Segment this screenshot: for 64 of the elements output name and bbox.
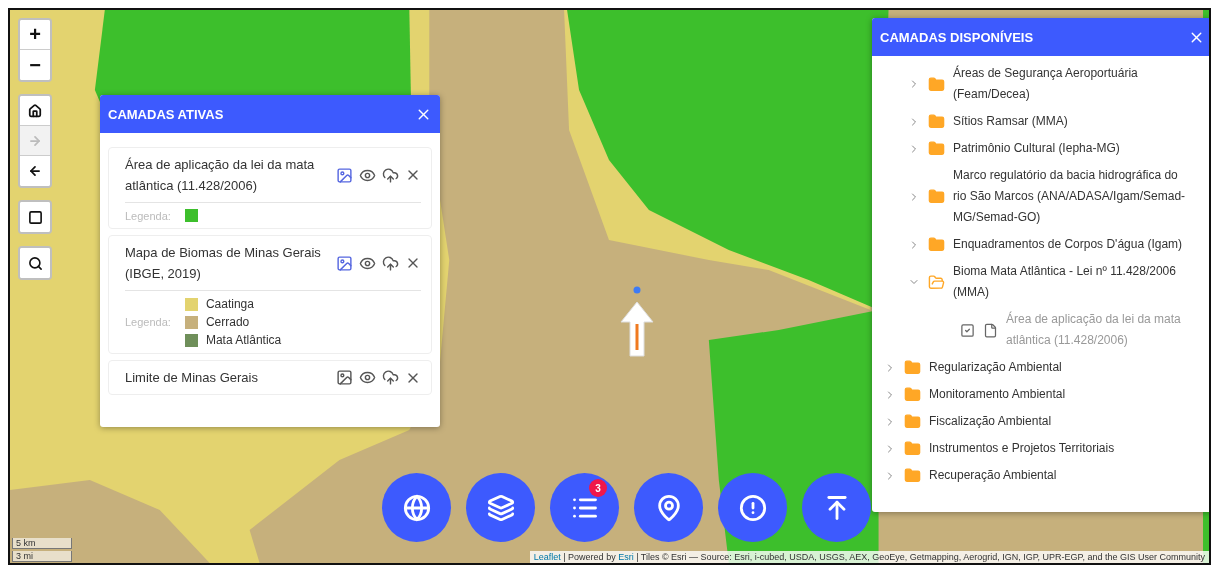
- tree-item-label[interactable]: Recuperação Ambiental: [929, 465, 1164, 486]
- folder-icon: [904, 386, 921, 403]
- search-icon: [27, 255, 43, 271]
- image-icon: [336, 254, 353, 272]
- frame-button[interactable]: [20, 202, 50, 232]
- image-icon: [336, 166, 353, 184]
- panel-title: CAMADAS ATIVAS: [108, 106, 224, 122]
- cloud-upload-icon: [382, 369, 399, 386]
- count-badge: 3: [589, 479, 607, 497]
- upload-button[interactable]: [382, 369, 399, 386]
- eye-icon: [359, 369, 376, 386]
- attribution-link[interactable]: Esri: [618, 552, 634, 562]
- zoom-in-button[interactable]: +: [20, 20, 50, 50]
- tree-item-label[interactable]: Sítios Ramsar (MMA): [953, 111, 1188, 132]
- layers-icon: [486, 493, 515, 522]
- map-attribution: Leaflet | Powered by Esri | Tiles © Esri — Source: Esri, i-cubed, USDA, USGS, AEX, GeoEye, Getmapping, Aerogrid, IGN, IGP, UPR-EGP, and the GIS User Community: [529, 551, 1209, 563]
- tree-item-label[interactable]: Enquadramentos de Corpos D'água (Igam): [953, 234, 1188, 255]
- search-button[interactable]: [20, 248, 50, 278]
- folder-icon: [928, 236, 945, 253]
- house-icon: [28, 103, 42, 118]
- layer-name: Mapa de Biomas de Minas Gerais (IBGE, 2019): [125, 244, 322, 283]
- cloud-upload-icon: [382, 254, 399, 272]
- folder-icon: [904, 440, 921, 457]
- tree-item-label[interactable]: Bioma Mata Atlântica - Lei nº 11.428/2006 (MMA): [953, 261, 1188, 303]
- legend-text: Caatinga: [205, 297, 254, 311]
- tree-item-label[interactable]: Patrimônio Cultural (Iepha-MG): [953, 138, 1188, 159]
- folder-icon: [928, 75, 945, 93]
- alert-icon: [738, 493, 767, 522]
- cloud-upload-icon: [382, 166, 399, 184]
- layer-name: Limite de Minas Gerais: [125, 369, 259, 387]
- legend-label: Legenda:: [125, 209, 171, 222]
- scale-bar: 3 mi: [12, 551, 72, 562]
- folder-icon: [928, 113, 945, 130]
- tree-item-label[interactable]: Regularização Ambiental: [929, 357, 1164, 378]
- legend-text: Cerrado: [205, 315, 250, 329]
- folder-icon: [904, 413, 921, 430]
- tree-item-label[interactable]: Instrumentos e Projetos Territoriais: [929, 438, 1164, 459]
- legend-text: Mata Atlântica: [205, 333, 282, 347]
- visibility-button[interactable]: [359, 369, 376, 386]
- legend-button[interactable]: [336, 254, 353, 272]
- legend-button[interactable]: [336, 166, 353, 184]
- frame-icon: [27, 209, 43, 225]
- panel-title: CAMADAS DISPONÍVEIS: [880, 29, 1034, 45]
- tree-item-label[interactable]: Áreas de Segurança Aeroportuária (Feam/Decea): [953, 63, 1188, 105]
- location-marker-icon: [620, 286, 654, 358]
- folder-icon: [904, 359, 921, 376]
- legend-button[interactable]: [336, 369, 353, 386]
- layer-name: Área de aplicação da lei da mata atlântica (11.428/2006): [125, 156, 316, 195]
- tree-item-label[interactable]: Fiscalização Ambiental: [929, 411, 1164, 432]
- file-icon: [983, 322, 998, 338]
- legend-label: Legenda:: [125, 316, 171, 328]
- upload-button[interactable]: [382, 166, 399, 184]
- folder-icon: [928, 140, 945, 157]
- home-button[interactable]: [20, 96, 50, 126]
- globe-icon: [402, 493, 431, 522]
- image-icon: [336, 369, 353, 386]
- tree-item-label[interactable]: Marco regulatório da bacia hidrográfica do rio São Marcos (ANA/ADASA/Igam/Semad-MG/Semad-GO): [953, 165, 1188, 228]
- scale-bar: 5 km: [12, 538, 72, 549]
- folder-icon: [928, 188, 945, 205]
- tree-item-label[interactable]: Monitoramento Ambiental: [929, 384, 1164, 405]
- folder-icon: [904, 467, 921, 484]
- attribution-link[interactable]: Leaflet: [533, 552, 561, 562]
- upload-button[interactable]: [382, 254, 399, 272]
- folder-icon: [928, 273, 945, 291]
